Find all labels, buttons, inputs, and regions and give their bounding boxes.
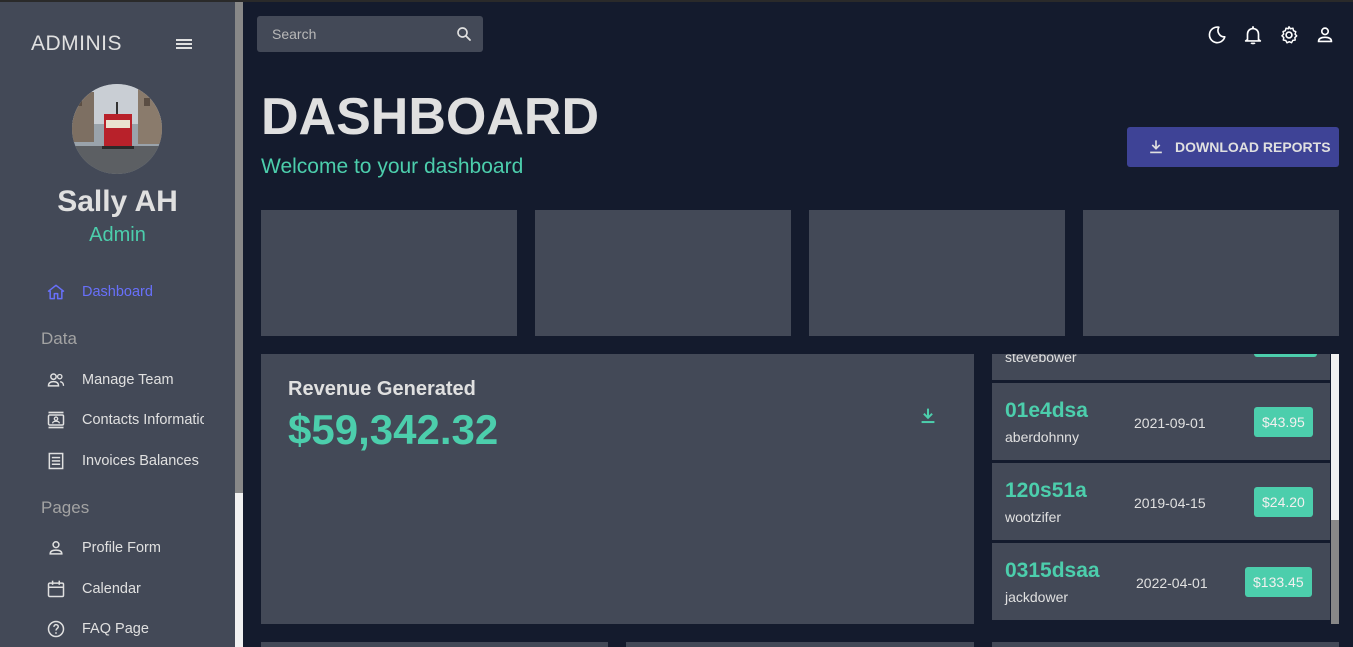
people-icon <box>47 373 65 387</box>
user-name: Sally AH <box>57 185 178 218</box>
revenue-panel: Revenue Generated $59,342.32 <box>261 354 974 624</box>
recent-transactions-panel[interactable]: stevebower 01e4dsa aberdohnny 2021-09-01… <box>992 354 1339 624</box>
revenue-value: $59,342.32 <box>288 406 499 453</box>
sidebar-item-label: Profile Form <box>82 540 161 556</box>
transaction-date: 2021-09-01 <box>1134 415 1206 431</box>
transaction-id: 0315dsaa <box>1005 559 1100 582</box>
sidebar-item-label: Invoices Balances <box>82 453 199 469</box>
transaction-row: 01e4dsa aberdohnny 2021-09-01 $43.95 <box>992 383 1330 460</box>
transaction-user: stevebower <box>1005 354 1077 365</box>
calendar-icon <box>47 580 65 598</box>
revenue-title: Revenue Generated <box>288 378 476 400</box>
transaction-cost <box>1254 354 1317 357</box>
transaction-row: 120s51a wootzifer 2019-04-15 $24.20 <box>992 463 1330 540</box>
home-icon <box>47 284 65 300</box>
download-icon[interactable] <box>917 405 939 427</box>
download-icon <box>1150 140 1162 154</box>
transaction-id: 120s51a <box>1005 479 1087 502</box>
transaction-date: 2022-04-01 <box>1136 575 1208 591</box>
search-box <box>257 16 483 52</box>
sidebar-item-invoices[interactable]: Invoices Balances <box>0 445 235 477</box>
page-subtitle: Welcome to your dashboard <box>261 155 524 178</box>
sidebar-scrollbar-thumb[interactable] <box>235 2 243 493</box>
avatar <box>72 84 162 174</box>
receipt-icon <box>48 452 64 470</box>
stat-box <box>809 210 1065 336</box>
sidebar-item-calendar[interactable]: Calendar <box>0 573 235 605</box>
transaction-date: 2019-04-15 <box>1134 495 1206 511</box>
notifications-icon[interactable] <box>1242 24 1264 46</box>
transaction-row: stevebower <box>992 354 1330 380</box>
sidebar-item-label: Manage Team <box>82 372 174 388</box>
search-input[interactable] <box>257 16 447 52</box>
brand-title: ADMINIS <box>31 32 123 55</box>
account-icon[interactable] <box>1314 24 1336 46</box>
chart-panel <box>261 642 608 647</box>
chart-panel <box>992 642 1339 647</box>
settings-icon[interactable] <box>1278 24 1300 46</box>
transaction-cost: $43.95 <box>1254 407 1313 437</box>
dark-mode-icon[interactable] <box>1206 24 1228 46</box>
user-role: Admin <box>89 224 146 246</box>
transaction-cost: $24.20 <box>1254 487 1313 517</box>
sidebar-item-dashboard[interactable]: Dashboard <box>0 276 235 308</box>
transaction-cost: $133.45 <box>1245 567 1312 597</box>
stat-box <box>535 210 791 336</box>
contacts-icon <box>47 411 65 429</box>
sidebar-item-label: FAQ Page <box>82 621 149 637</box>
transaction-user: jackdower <box>1005 589 1069 605</box>
chart-panel <box>626 642 974 647</box>
help-icon <box>47 620 65 638</box>
transaction-id: 01e4dsa <box>1005 399 1088 422</box>
menu-icon[interactable] <box>175 36 193 52</box>
download-reports-button[interactable]: DOWNLOAD REPORTS <box>1127 127 1339 167</box>
sidebar-item-label: Calendar <box>82 581 141 597</box>
transaction-user: wootzifer <box>1005 509 1062 525</box>
stat-box <box>1083 210 1339 336</box>
person-icon <box>49 541 63 555</box>
sidebar: ADMINIS Sally AH Admin Dashboard Data Ma… <box>0 2 235 647</box>
transaction-row: 0315dsaa jackdower 2022-04-01 $133.45 <box>992 543 1330 620</box>
sidebar-item-manage-team[interactable]: Manage Team <box>0 364 235 396</box>
sidebar-item-label: Contacts Information <box>82 412 204 428</box>
sidebar-item-faq[interactable]: FAQ Page <box>0 613 235 645</box>
section-heading-data: Data <box>41 329 77 348</box>
sidebar-item-profile-form[interactable]: Profile Form <box>0 532 235 564</box>
section-heading-pages: Pages <box>41 498 90 517</box>
stat-box <box>261 210 517 336</box>
sidebar-item-label: Dashboard <box>82 284 153 300</box>
sidebar-item-contacts[interactable]: Contacts Information <box>0 404 235 436</box>
transaction-user: aberdohnny <box>1005 429 1079 445</box>
download-reports-label: DOWNLOAD REPORTS <box>1175 139 1331 155</box>
transactions-scrollbar-thumb[interactable] <box>1331 520 1339 624</box>
search-icon[interactable] <box>455 25 473 43</box>
page-title: DASHBOARD <box>261 88 599 146</box>
